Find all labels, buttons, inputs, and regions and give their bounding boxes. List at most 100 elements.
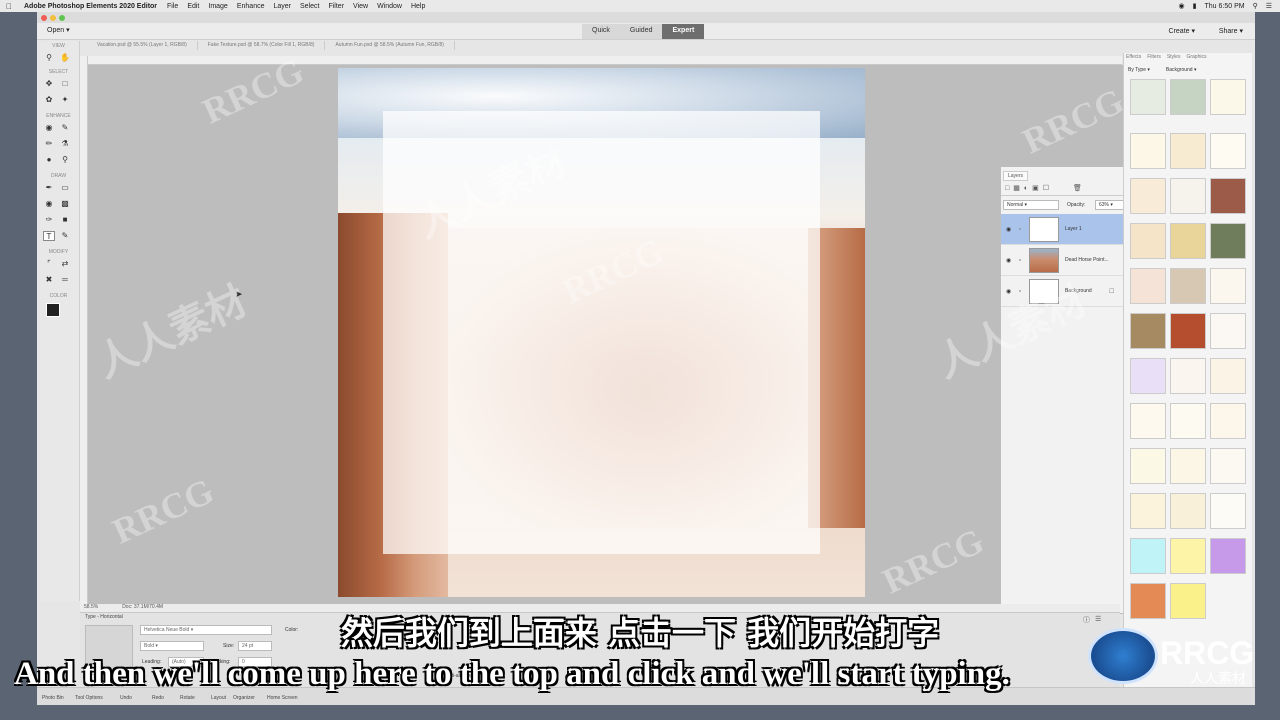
eye-tool-icon[interactable]: ◉	[43, 123, 55, 133]
menu-layer[interactable]: Layer	[273, 3, 291, 10]
menu-file[interactable]: File	[167, 3, 178, 10]
undo-button[interactable]: Undo	[120, 695, 132, 701]
menu-edit[interactable]: Edit	[187, 3, 199, 10]
minimize-window-icon[interactable]	[50, 14, 56, 21]
background-swatch[interactable]	[1170, 178, 1206, 214]
menu-filter[interactable]: Filter	[328, 3, 344, 10]
background-swatch[interactable]	[1170, 403, 1206, 439]
redo-button[interactable]: Redo	[152, 695, 164, 701]
rotate-button[interactable]: Rotate	[180, 695, 195, 701]
canvas-area[interactable]: ➤ Layers □▦◐▣☐ 🗑 Normal ▾ Opacity: 63% ▾ …	[88, 65, 1129, 614]
visibility-eye-icon[interactable]: ◉	[1006, 257, 1011, 264]
content-aware-move-tool-icon[interactable]: ✖	[43, 275, 55, 285]
menu-window[interactable]: Window	[377, 3, 402, 10]
background-swatch[interactable]	[1210, 448, 1246, 484]
background-swatch[interactable]	[1210, 403, 1246, 439]
foreground-color-swatch[interactable]	[46, 303, 60, 317]
eyedropper-tool-icon[interactable]: ✑	[43, 215, 55, 225]
layers-tab[interactable]: Layers	[1003, 171, 1029, 181]
move-tool-icon[interactable]: ✥	[43, 79, 55, 89]
document-image[interactable]	[338, 68, 865, 597]
background-swatch[interactable]	[1210, 223, 1246, 259]
layer-row-dead-horse-point[interactable]: ◉ ∘ Dead Horse Point...	[1001, 245, 1128, 276]
background-swatch[interactable]	[1170, 448, 1206, 484]
adjustment-layer-icon[interactable]: ◐	[1024, 185, 1032, 192]
straighten-tool-icon[interactable]: ═	[59, 275, 71, 285]
opacity-input[interactable]: 63% ▾	[1095, 200, 1125, 210]
crop-tool-icon[interactable]: ⌜	[43, 259, 55, 269]
background-swatch[interactable]	[1210, 79, 1246, 115]
doc-tab-autumn-fun[interactable]: Autumn Fun.psd @ 58.5% (Autumn Fun, RGB/…	[325, 41, 455, 50]
background-swatch[interactable]	[1130, 493, 1166, 529]
background-swatch[interactable]	[1130, 79, 1166, 115]
background-swatch[interactable]	[1170, 133, 1206, 169]
blur-tool-icon[interactable]: ●	[43, 155, 55, 165]
link-icon[interactable]: ∘	[1018, 288, 1022, 295]
menu-enhance[interactable]: Enhance	[237, 3, 265, 10]
background-swatch[interactable]	[1210, 268, 1246, 304]
zoom-tool-icon[interactable]: ⚲	[43, 53, 55, 63]
background-swatch[interactable]	[1210, 358, 1246, 394]
background-swatch[interactable]	[1170, 268, 1206, 304]
new-layer-icon[interactable]: □	[1005, 185, 1013, 192]
group-icon[interactable]: ▦	[1013, 185, 1024, 192]
background-swatch[interactable]	[1130, 448, 1166, 484]
background-swatch[interactable]	[1210, 493, 1246, 529]
layer-row-background[interactable]: ◉ ∘ Background ☐	[1001, 276, 1128, 307]
doc-tab-vacation[interactable]: Vacation.psd @ 55.5% (Layer 1, RGB/8)	[87, 41, 198, 50]
clone-stamp-tool-icon[interactable]: ⚗	[59, 139, 71, 149]
eraser-tool-icon[interactable]: ▭	[59, 183, 71, 193]
marquee-tool-icon[interactable]: □	[59, 79, 71, 89]
search-icon[interactable]: ⚲	[1253, 2, 1258, 10]
category-select[interactable]: Background ▾	[1166, 67, 1197, 73]
background-swatch[interactable]	[1210, 538, 1246, 574]
type-tool-icon[interactable]: T	[43, 231, 55, 241]
tab-quick[interactable]: Quick	[582, 24, 620, 39]
photo-bin-button[interactable]: Photo Bin	[42, 695, 64, 701]
tab-guided[interactable]: Guided	[619, 24, 663, 39]
tab-expert[interactable]: Expert	[662, 24, 705, 39]
spot-healing-tool-icon[interactable]: ✎	[59, 123, 71, 133]
menu-image[interactable]: Image	[208, 3, 227, 10]
background-swatch[interactable]	[1170, 313, 1206, 349]
visibility-eye-icon[interactable]: ◉	[1006, 226, 1011, 233]
brush-tool-icon[interactable]: ✒	[43, 183, 55, 193]
wifi-icon[interactable]: ◉	[1179, 2, 1185, 10]
tab-effects[interactable]: Effects	[1126, 54, 1141, 60]
background-swatch[interactable]	[1130, 133, 1166, 169]
share-button[interactable]: Share ▾	[1219, 27, 1243, 35]
background-swatch[interactable]	[1130, 313, 1166, 349]
smart-brush-tool-icon[interactable]: ✏	[43, 139, 55, 149]
background-swatch[interactable]	[1210, 178, 1246, 214]
sponge-tool-icon[interactable]: ⚲	[59, 155, 71, 165]
delete-layer-icon[interactable]: 🗑	[1073, 185, 1086, 192]
open-button[interactable]: Open ▾	[47, 26, 70, 34]
link-icon[interactable]: ∘	[1018, 226, 1022, 233]
shape-tool-icon[interactable]: ■	[59, 215, 71, 225]
home-screen-button[interactable]: Home Screen	[267, 695, 298, 701]
app-name-menu[interactable]: Adobe Photoshop Elements 2020 Editor	[24, 3, 157, 10]
background-swatch[interactable]	[1170, 79, 1206, 115]
visibility-eye-icon[interactable]: ◉	[1006, 288, 1011, 295]
tab-filters[interactable]: Filters	[1147, 54, 1161, 60]
battery-icon[interactable]: ▮	[1193, 2, 1197, 10]
background-swatch[interactable]	[1210, 313, 1246, 349]
apple-icon[interactable]: 	[6, 2, 16, 11]
filter-by-select[interactable]: By Type ▾	[1128, 67, 1150, 73]
menu-select[interactable]: Select	[300, 3, 319, 10]
doc-tab-fake-texture[interactable]: Fake Texture.psd @ 58.7% (Color Fill 1, …	[198, 41, 326, 50]
menu-list-icon[interactable]: ☰	[1266, 2, 1272, 10]
background-swatch[interactable]	[1130, 403, 1166, 439]
background-swatch[interactable]	[1130, 178, 1166, 214]
lasso-tool-icon[interactable]: ✿	[43, 95, 55, 105]
magic-wand-tool-icon[interactable]: ✦	[59, 95, 71, 105]
background-swatch[interactable]	[1170, 223, 1206, 259]
organizer-button[interactable]: Organizer	[233, 695, 255, 701]
menu-help[interactable]: Help	[411, 3, 425, 10]
lock-icon[interactable]: ☐	[1043, 185, 1053, 192]
mask-icon[interactable]: ▣	[1032, 185, 1043, 192]
layer-row-layer-1[interactable]: ◉ ∘ Layer 1	[1001, 214, 1128, 245]
background-swatch[interactable]	[1170, 358, 1206, 394]
menu-view[interactable]: View	[353, 3, 368, 10]
recompose-tool-icon[interactable]: ⇄	[59, 259, 71, 269]
